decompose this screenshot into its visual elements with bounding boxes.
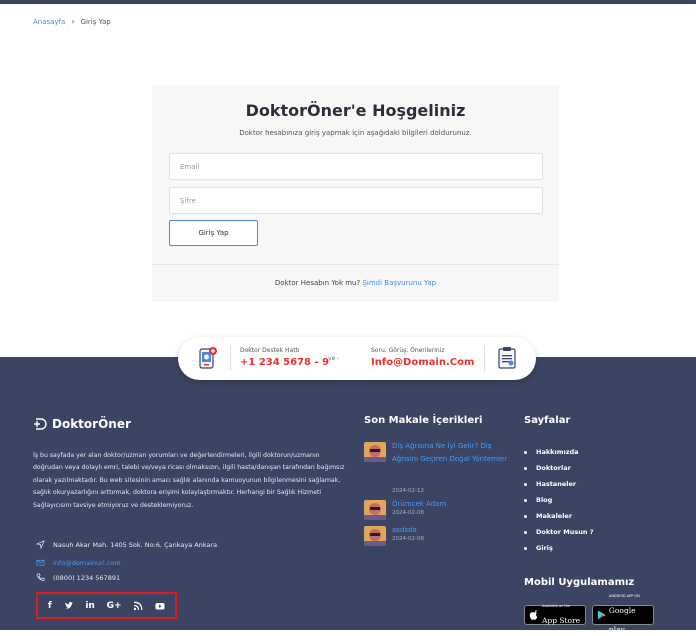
breadcrumb: Anasayfa › Giriş Yap [33,17,111,26]
breadcrumb-current: Giriş Yap [80,17,111,26]
page-link-label: Hastaneler [536,480,577,488]
bullet-icon [524,514,527,518]
register-prompt: Doktor Hesabın Yok mu? Şimdi Başvurunu Y… [152,279,559,287]
contact-email: info@domainuri.com [36,558,121,567]
breadcrumb-separator-icon: › [71,17,75,26]
logo-icon [34,418,47,430]
google-play-button[interactable]: ANDROID APP ON Google play [592,594,654,634]
phone-icon [36,573,45,581]
mobile-app-title: Mobil Uygulamamız [524,577,635,588]
register-link[interactable]: Şimdi Başvurunu Yap [362,279,436,287]
page-link[interactable]: Blog [524,492,593,508]
doctor-support-icon [199,347,217,369]
pill-divider [484,346,485,371]
article-item[interactable]: Diş Ağrısına Ne İyi Gelir? Diş Ağrısını … [364,440,514,498]
page-link-label: Blog [536,496,553,504]
page-link-label: Giriş [536,544,553,552]
register-text: Doktor Hesabın Yok mu? [274,279,361,287]
page-link[interactable]: Doktor Musun ? [524,524,593,540]
password-input[interactable]: Şifre [169,187,543,214]
google-plus-icon[interactable]: G+ [107,601,122,611]
twitter-icon[interactable] [64,601,74,611]
app-store-button[interactable]: Available on the App Store [524,603,586,625]
article-date: 2024-02-08 [392,536,424,542]
article-item[interactable]: asdsda 2024-02-08 [364,524,514,548]
support-separator: - ve - [324,355,340,362]
facebook-icon[interactable]: f [48,601,52,611]
pill-divider [230,346,231,371]
login-title: DoktorÖner'e Hoşgeliniz [245,101,466,120]
suggest-email[interactable]: Info@Domain.Com [371,357,474,368]
bullet-icon [524,450,527,454]
page-link[interactable]: Giriş [524,540,593,556]
login-button[interactable]: Giriş Yap [169,220,258,246]
rss-icon[interactable] [133,601,143,611]
bullet-icon [524,482,527,486]
page-link-label: Hakkımızda [536,448,579,456]
footer-about-text: İş bu sayfada yer alan doktor/uzman yoru… [33,452,345,509]
page-link-label: Doktor Musun ? [536,528,594,536]
hotline-label: Doktor Destek Hattı [240,347,300,354]
card-divider [152,264,559,265]
article-thumbnail [364,526,386,546]
pages-title: Sayfalar [524,415,571,426]
login-card: DoktorÖner'e Hoşgeliniz Doktor hesabınız… [152,85,559,302]
bullet-icon [524,546,527,550]
article-item[interactable]: Örümcek Adam 2024-02-08 [364,498,514,522]
login-subtitle: Doktor hesabınıza giriş yapmak için aşağ… [239,129,472,137]
article-thumbnail [364,442,386,462]
brand-name: DoktorÖner [52,417,131,431]
apple-icon [529,610,538,620]
page-link[interactable]: Hakkımızda [524,444,593,460]
suggest-label: Soru, Görüş, Önerileriniz [371,347,445,354]
clipboard-icon [498,347,516,369]
pages-list: Hakkımızda Doktorlar Hastaneler Blog Mak… [524,444,593,556]
article-title[interactable]: Diş Ağrısına Ne İyi Gelir? Diş Ağrısını … [392,440,516,466]
google-play-small: ANDROID APP ON [608,594,640,598]
app-store-small: Available on the [542,603,571,608]
email-input[interactable]: Email [169,153,543,180]
page-link-label: Doktorlar [536,464,571,472]
page-link[interactable]: Doktorlar [524,460,593,476]
footer-brand[interactable]: DoktorÖner [33,417,131,431]
article-thumbnail [364,500,386,520]
address-text: Nasuh Akar Mah. 1405 Sok. No:6, Çankaya … [53,540,218,549]
page-link[interactable]: Hastaneler [524,476,593,492]
page-link-label: Makaleler [536,512,573,520]
breadcrumb-home-link[interactable]: Anasayfa [33,18,65,26]
social-links: f in G+ [36,592,177,619]
app-store-big: App Store [542,615,581,625]
bullet-icon [524,466,527,470]
linkedin-icon[interactable]: in [85,601,95,611]
google-play-icon [597,610,606,620]
youtube-icon[interactable] [155,601,165,611]
email-link[interactable]: info@domainuri.com [53,559,121,567]
article-date: 2024-02-12 [392,488,424,494]
bullet-icon [524,498,527,502]
contact-phone: (0800) 1234 567891 [36,573,120,582]
location-icon [36,540,45,549]
page-link[interactable]: Makaleler [524,508,593,524]
mail-icon [36,559,45,566]
bullet-icon [524,530,527,534]
top-strip [0,0,696,4]
phone-text: (0800) 1234 567891 [53,573,121,582]
contact-address: Nasuh Akar Mah. 1405 Sok. No:6, Çankaya … [36,540,217,549]
hotline-number[interactable]: +1 234 5678 - 9 [240,357,329,368]
articles-title: Son Makale İçerikleri [364,415,483,426]
support-pill: Doktor Destek Hattı +1 234 5678 - 9 - ve… [178,337,536,380]
article-date: 2024-02-08 [392,510,424,516]
